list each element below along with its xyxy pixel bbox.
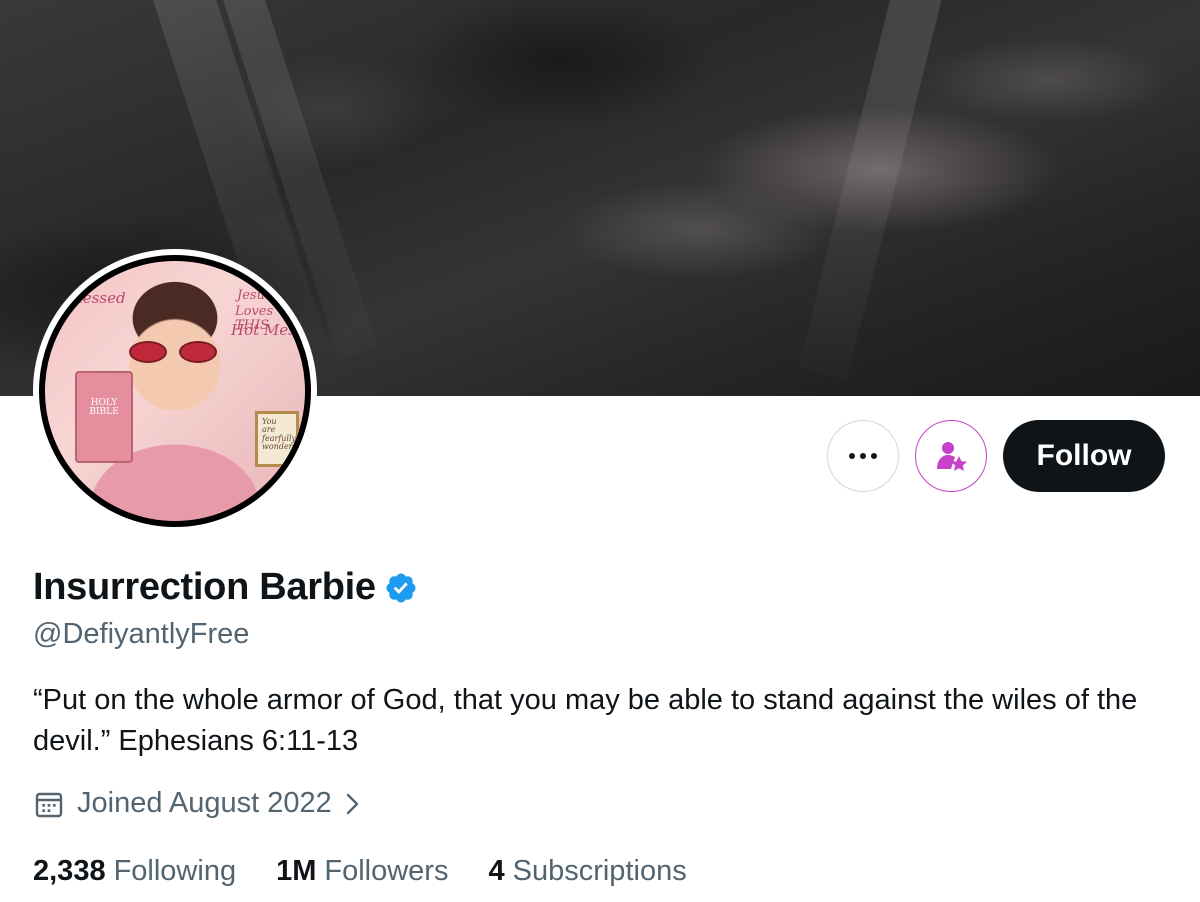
verified-badge-icon[interactable]	[384, 571, 418, 605]
avatar-text-hot-mess: Hot Mess	[231, 321, 304, 339]
subscriptions-count: 4	[488, 855, 505, 887]
more-dots-icon	[849, 453, 877, 459]
followers-label: Followers	[324, 855, 449, 887]
subscriptions-stat-link[interactable]: 4 Subscriptions	[488, 855, 686, 888]
avatar-text-holy-bible: HOLY BIBLE	[89, 398, 119, 418]
avatar-sunglasses	[129, 341, 221, 363]
following-stat-link[interactable]: 2,338 Following	[33, 855, 236, 888]
profile-bio: “Put on the whole armor of God, that you…	[33, 684, 1138, 757]
avatar[interactable]: Blessed Jesus Loves THIS Hot Mess HOLY B…	[39, 255, 311, 527]
avatar-text-blessed: Blessed	[67, 289, 126, 307]
calendar-icon	[35, 792, 63, 817]
following-count: 2,338	[33, 855, 106, 887]
more-options-button[interactable]	[827, 420, 899, 492]
display-name: Insurrection Barbie	[33, 566, 376, 608]
avatar-frame[interactable]: Blessed Jesus Loves THIS Hot Mess HOLY B…	[33, 249, 317, 533]
subscribe-person-star-icon	[937, 442, 967, 471]
followers-stat-link[interactable]: 1M Followers	[276, 855, 448, 888]
avatar-text-jesus: Jesus	[237, 288, 272, 303]
followers-count: 1M	[276, 855, 317, 887]
avatar-sign-illustration: You are fearfully wonderfully	[255, 411, 311, 467]
following-label: Following	[113, 855, 237, 887]
joined-date-row[interactable]: Joined August 2022	[33, 787, 362, 820]
profile-stats: 2,338 Following 1M Followers 4 Subscript…	[33, 855, 727, 888]
joined-date-text: Joined August 2022	[77, 787, 332, 819]
profile-name-row: Insurrection Barbie	[33, 566, 418, 609]
subscribe-button[interactable]	[915, 420, 987, 492]
profile-handle: @DefiyantlyFree	[33, 618, 250, 650]
avatar-bible-illustration: HOLY BIBLE	[75, 371, 133, 463]
follow-button[interactable]: Follow	[1003, 420, 1165, 492]
avatar-text-sign: You are fearfully wonderfully	[262, 417, 311, 452]
subscriptions-label: Subscriptions	[512, 855, 687, 887]
chevron-right-icon	[346, 793, 358, 814]
banner-light-ray	[798, 0, 949, 380]
